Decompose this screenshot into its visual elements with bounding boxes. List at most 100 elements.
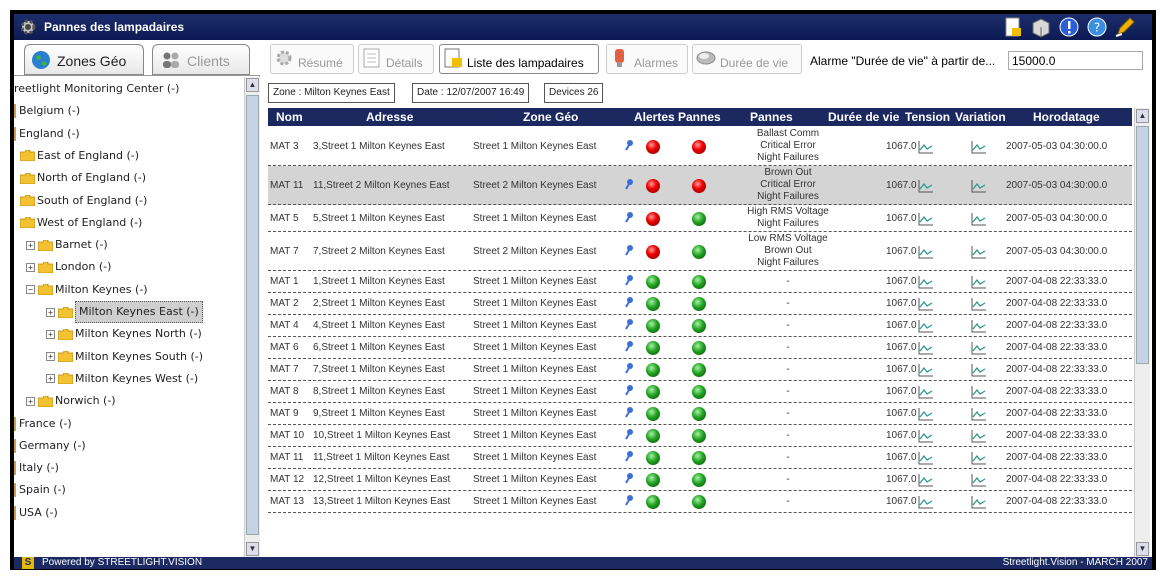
probe-icon[interactable] <box>624 340 634 352</box>
variation-chart-icon[interactable] <box>971 212 987 226</box>
tension-chart-icon[interactable] <box>918 212 934 226</box>
tree-scrollbar[interactable]: ▲ ▼ <box>244 77 260 557</box>
tension-chart-icon[interactable] <box>918 275 934 289</box>
tree-scrollbar-thumb[interactable] <box>246 95 259 535</box>
variation-chart-icon[interactable] <box>971 407 987 421</box>
probe-icon[interactable] <box>624 244 634 256</box>
col-adresse[interactable]: Adresse <box>366 110 413 124</box>
expand-icon[interactable]: + <box>46 374 55 384</box>
expand-icon[interactable]: + <box>26 240 35 250</box>
variation-chart-icon[interactable] <box>971 473 987 487</box>
table-row[interactable]: MAT 7 7,Street 2 Milton Keynes East Street… <box>268 232 1132 271</box>
variation-chart-icon[interactable] <box>971 341 987 355</box>
table-row[interactable]: MAT 1 1,Street 1 Milton Keynes East Street… <box>268 271 1132 293</box>
col-tension[interactable]: Tension <box>905 110 950 124</box>
tree-node[interactable]: USA (-) <box>14 503 58 523</box>
tree-node[interactable]: South of England (-) <box>20 191 147 211</box>
variation-chart-icon[interactable] <box>971 179 987 193</box>
variation-chart-icon[interactable] <box>971 363 987 377</box>
scroll-down-icon[interactable]: ▼ <box>246 542 259 556</box>
variation-chart-icon[interactable] <box>971 140 987 154</box>
tension-chart-icon[interactable] <box>918 319 934 333</box>
probe-icon[interactable] <box>624 384 634 396</box>
table-row[interactable]: MAT 12 12,Street 1 Milton Keynes East Stre… <box>268 469 1132 491</box>
duree-de-vie-button[interactable]: Durée de vie <box>692 44 802 74</box>
expand-icon[interactable]: + <box>46 329 55 339</box>
probe-icon[interactable] <box>624 211 634 223</box>
tree-node[interactable]: Spain (-) <box>14 480 66 500</box>
variation-chart-icon[interactable] <box>971 319 987 333</box>
tab-zones-geo[interactable]: Zones Géo <box>24 44 144 75</box>
variation-chart-icon[interactable] <box>971 385 987 399</box>
tension-chart-icon[interactable] <box>918 297 934 311</box>
scroll-up-icon[interactable]: ▲ <box>1136 109 1149 123</box>
col-variation[interactable]: Variation <box>955 110 1006 124</box>
tree-node[interactable]: + Barnet (-) <box>26 235 108 255</box>
expand-icon[interactable]: + <box>46 352 55 362</box>
scroll-down-icon[interactable]: ▼ <box>1136 542 1149 556</box>
alarm-threshold-input[interactable] <box>1008 51 1143 70</box>
info-icon[interactable] <box>1058 16 1080 38</box>
tension-chart-icon[interactable] <box>918 140 934 154</box>
probe-icon[interactable] <box>624 274 634 286</box>
table-row[interactable]: MAT 11 11,Street 1 Milton Keynes East Stre… <box>268 447 1132 469</box>
tree-node[interactable]: Belgium (-) <box>14 101 80 121</box>
scroll-up-icon[interactable]: ▲ <box>246 78 259 92</box>
col-horodatage[interactable]: Horodatage <box>1033 110 1100 124</box>
col-duree[interactable]: Durée de vie <box>828 110 899 124</box>
tree-node[interactable]: Germany (-) <box>14 436 86 456</box>
probe-icon[interactable] <box>624 406 634 418</box>
expand-icon[interactable]: + <box>26 262 35 272</box>
liste-lampadaires-button[interactable]: Liste des lampadaires <box>439 44 599 74</box>
collapse-icon[interactable]: − <box>26 285 35 295</box>
tab-clients[interactable]: Clients <box>152 44 250 75</box>
alarmes-button[interactable]: Alarmes <box>606 44 688 74</box>
tension-chart-icon[interactable] <box>918 341 934 355</box>
tree-node[interactable]: + Milton Keynes North (-) <box>46 324 202 344</box>
table-row[interactable]: MAT 6 6,Street 1 Milton Keynes East Street… <box>268 337 1132 359</box>
tension-chart-icon[interactable] <box>918 429 934 443</box>
tree-node[interactable]: + Milton Keynes East (-) <box>46 301 203 323</box>
probe-icon[interactable] <box>624 428 634 440</box>
table-scrollbar[interactable]: ▲ ▼ <box>1134 108 1150 557</box>
tree-node[interactable]: England (-) <box>14 124 80 144</box>
variation-chart-icon[interactable] <box>971 245 987 259</box>
tree-node[interactable]: Italy (-) <box>14 458 59 478</box>
tension-chart-icon[interactable] <box>918 385 934 399</box>
probe-icon[interactable] <box>624 450 634 462</box>
probe-icon[interactable] <box>624 296 634 308</box>
col-alertes[interactable]: Alertes <box>634 110 675 124</box>
expand-icon[interactable]: + <box>26 396 35 406</box>
tree-node[interactable]: France (-) <box>14 414 72 434</box>
table-row[interactable]: MAT 8 8,Street 1 Milton Keynes East Street… <box>268 381 1132 403</box>
table-scrollbar-thumb[interactable] <box>1136 126 1149 364</box>
tension-chart-icon[interactable] <box>918 451 934 465</box>
tension-chart-icon[interactable] <box>918 473 934 487</box>
tension-chart-icon[interactable] <box>918 363 934 377</box>
tree-node[interactable]: + London (-) <box>26 257 111 277</box>
package-icon[interactable] <box>1030 16 1052 38</box>
table-row[interactable]: MAT 13 13,Street 1 Milton Keynes East Stre… <box>268 491 1132 513</box>
col-pannes-status[interactable]: Pannes <box>678 110 721 124</box>
tree-node[interactable]: reetlight Monitoring Center (-) <box>14 79 179 99</box>
expand-icon[interactable]: + <box>46 307 55 317</box>
tension-chart-icon[interactable] <box>918 179 934 193</box>
table-row[interactable]: MAT 11 11,Street 2 Milton Keynes East Stre… <box>268 166 1132 205</box>
resume-button[interactable]: Résumé <box>270 44 354 74</box>
tree-node[interactable]: + Milton Keynes South (-) <box>46 347 203 367</box>
table-row[interactable]: MAT 4 4,Street 1 Milton Keynes East Street… <box>268 315 1132 337</box>
tree-node[interactable]: + Norwich (-) <box>26 391 116 411</box>
document-icon[interactable] <box>1002 16 1024 38</box>
variation-chart-icon[interactable] <box>971 297 987 311</box>
table-row[interactable]: MAT 5 5,Street 1 Milton Keynes East Street… <box>268 205 1132 232</box>
details-button[interactable]: Détails <box>358 44 434 74</box>
variation-chart-icon[interactable] <box>971 495 987 509</box>
tree-node[interactable]: North of England (-) <box>20 168 146 188</box>
table-row[interactable]: MAT 7 7,Street 1 Milton Keynes East Street… <box>268 359 1132 381</box>
probe-icon[interactable] <box>624 472 634 484</box>
tree-node[interactable]: West of England (-) <box>20 213 142 233</box>
table-row[interactable]: MAT 9 9,Street 1 Milton Keynes East Street… <box>268 403 1132 425</box>
col-pannes[interactable]: Pannes <box>750 110 793 124</box>
table-row[interactable]: MAT 10 10,Street 1 Milton Keynes East Stre… <box>268 425 1132 447</box>
variation-chart-icon[interactable] <box>971 451 987 465</box>
